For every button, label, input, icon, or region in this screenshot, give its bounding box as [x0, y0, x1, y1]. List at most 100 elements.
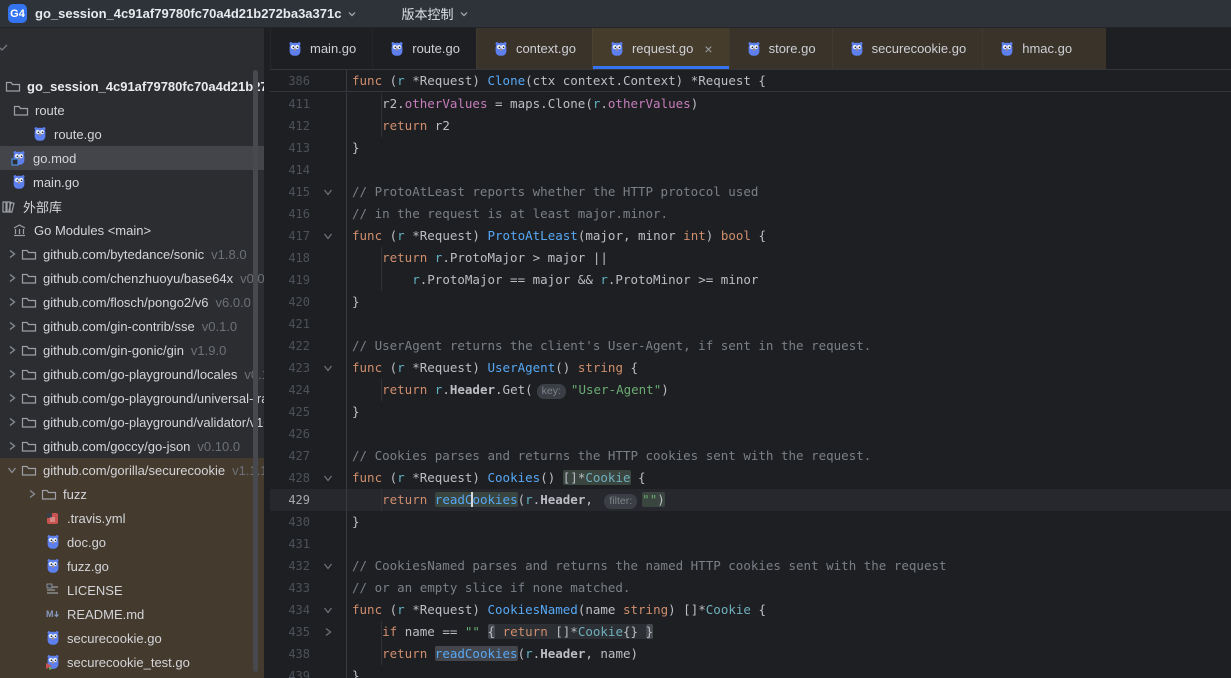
tree-item-route[interactable]: route [0, 98, 264, 122]
tree-item-github.com-chenzhuoyu-base64x[interactable]: github.com/chenzhuoyu/base64xv0.0.0-2022… [0, 266, 264, 290]
tree-item-main.go[interactable]: main.go [0, 170, 264, 194]
tree-item-github.com-go-playground-validator-v10[interactable]: github.com/go-playground/validator/v10v1… [0, 410, 264, 434]
code-line-416[interactable]: 416// in the request is at least major.m… [270, 203, 1231, 225]
line-number[interactable]: 426 [270, 423, 310, 445]
code-line-427[interactable]: 427// Cookies parses and returns the HTT… [270, 445, 1231, 467]
line-number[interactable]: 422 [270, 335, 310, 357]
chevron-collapsed-icon[interactable] [4, 342, 20, 358]
line-number[interactable]: 418 [270, 247, 310, 269]
code-line-428[interactable]: 428func (r *Request) Cookies() []*Cookie… [270, 467, 1231, 489]
line-number[interactable]: 413 [270, 137, 310, 159]
tree-item-doc.go[interactable]: doc.go [0, 530, 264, 554]
fold-expanded-icon[interactable] [310, 225, 346, 247]
code-line-412[interactable]: 412 return r2 [270, 115, 1231, 137]
line-number[interactable]: 420 [270, 291, 310, 313]
code-line-429[interactable]: 429 return readCookies(r.Header, filter:… [270, 489, 1231, 511]
line-number[interactable]: 438 [270, 643, 310, 665]
pane-corner-chevron[interactable] [0, 40, 10, 61]
chevron-expanded-icon[interactable] [4, 462, 20, 478]
line-number[interactable]: 433 [270, 577, 310, 599]
tree-item-route.go[interactable]: route.go [0, 122, 264, 146]
tree-item-go_session_4c91af79780fc70a4d21b272ba3a371c[interactable]: go_session_4c91af79780fc70a4d21b272ba3a3… [0, 74, 264, 98]
chevron-collapsed-icon[interactable] [4, 294, 20, 310]
code-line-423[interactable]: 423func (r *Request) UserAgent() string … [270, 357, 1231, 379]
code-line-419[interactable]: 419 r.ProtoMajor == major && r.ProtoMino… [270, 269, 1231, 291]
line-number[interactable]: 429 [270, 489, 310, 511]
code-line-386[interactable]: 386func (r *Request) Clone(ctx context.C… [270, 70, 1231, 92]
tree-item-github.com-go-playground-universal-translator[interactable]: github.com/go-playground/universal-trans… [0, 386, 264, 410]
code-line-413[interactable]: 413} [270, 137, 1231, 159]
line-number[interactable]: 417 [270, 225, 310, 247]
code-line-430[interactable]: 430} [270, 511, 1231, 533]
line-number[interactable]: 425 [270, 401, 310, 423]
code-area[interactable]: 411 r2.otherValues = maps.Clone(r.otherV… [270, 93, 1231, 678]
code-line-421[interactable]: 421 [270, 313, 1231, 335]
code-line-417[interactable]: 417func (r *Request) ProtoAtLeast(major,… [270, 225, 1231, 247]
line-number[interactable]: 412 [270, 115, 310, 137]
project-selector[interactable]: go_session_4c91af79780fc70a4d21b272ba3a3… [35, 6, 341, 21]
tree-item-github.com-gorilla-securecookie[interactable]: github.com/gorilla/securecookiev1.1.1 [0, 458, 264, 482]
code-line-431[interactable]: 431 [270, 533, 1231, 555]
line-number[interactable]: 427 [270, 445, 310, 467]
chevron-collapsed-icon[interactable] [4, 270, 20, 286]
code-line-433[interactable]: 433// or an empty slice if none matched. [270, 577, 1231, 599]
fold-collapsed-icon[interactable] [310, 621, 346, 643]
line-number[interactable]: 424 [270, 379, 310, 401]
tree-item-.travis.yml[interactable]: .travis.yml [0, 506, 264, 530]
close-icon[interactable]: × [704, 42, 712, 56]
code-line-425[interactable]: 425} [270, 401, 1231, 423]
code-line-438[interactable]: 438 return readCookies(r.Header, name) [270, 643, 1231, 665]
line-number[interactable]: 415 [270, 181, 310, 203]
code-line-432[interactable]: 432// CookiesNamed parses and returns th… [270, 555, 1231, 577]
tab-securecookie.go[interactable]: securecookie.go [832, 28, 983, 69]
line-number[interactable]: 423 [270, 357, 310, 379]
tree-item-LICENSE[interactable]: LICENSE [0, 578, 264, 602]
line-number[interactable]: 430 [270, 511, 310, 533]
tree-item-fuzz[interactable]: fuzz [0, 482, 264, 506]
fold-expanded-icon[interactable] [310, 181, 346, 203]
code-line-439[interactable]: 439} [270, 665, 1231, 678]
tree-item-github.com-bytedance-sonic[interactable]: github.com/bytedance/sonicv1.8.0 [0, 242, 264, 266]
line-number[interactable]: 411 [270, 93, 310, 115]
tree-item-Go-Modules-main-[interactable]: Go Modules <main> [0, 218, 264, 242]
tree-item-README.md[interactable]: MREADME.md [0, 602, 264, 626]
code-line-435[interactable]: 435 if name == "" { return []*Cookie{} } [270, 621, 1231, 643]
chevron-collapsed-icon[interactable] [4, 390, 20, 406]
sidebar-scrollbar[interactable] [253, 70, 258, 672]
tree-item-github.com-go-playground-locales[interactable]: github.com/go-playground/localesv0.14.1 [0, 362, 264, 386]
line-number[interactable]: 414 [270, 159, 310, 181]
code-line-415[interactable]: 415// ProtoAtLeast reports whether the H… [270, 181, 1231, 203]
chevron-collapsed-icon[interactable] [4, 318, 20, 334]
code-line-434[interactable]: 434func (r *Request) CookiesNamed(name s… [270, 599, 1231, 621]
chevron-collapsed-icon[interactable] [4, 438, 20, 454]
fold-expanded-icon[interactable] [310, 555, 346, 577]
code-line-424[interactable]: 424 return r.Header.Get(key:"User-Agent"… [270, 379, 1231, 401]
line-number[interactable]: 419 [270, 269, 310, 291]
tab-main.go[interactable]: main.go [270, 28, 372, 69]
tree-item-github.com-flosch-pongo2-v6[interactable]: github.com/flosch/pongo2/v6v6.0.0 [0, 290, 264, 314]
chevron-collapsed-icon[interactable] [4, 414, 20, 430]
line-number[interactable]: 439 [270, 665, 310, 678]
fold-expanded-icon[interactable] [310, 357, 346, 379]
code-line-420[interactable]: 420} [270, 291, 1231, 313]
code-line-422[interactable]: 422// UserAgent returns the client's Use… [270, 335, 1231, 357]
tree-item-github.com-gin-gonic-gin[interactable]: github.com/gin-gonic/ginv1.9.0 [0, 338, 264, 362]
fold-expanded-icon[interactable] [310, 467, 346, 489]
tree-item-securecookie.go[interactable]: securecookie.go [0, 626, 264, 650]
tab-hmac.go[interactable]: hmac.go [982, 28, 1088, 69]
line-number[interactable]: 386 [270, 70, 310, 92]
tree-item-github.com-goccy-go-json[interactable]: github.com/goccy/go-jsonv0.10.0 [0, 434, 264, 458]
line-number[interactable]: 428 [270, 467, 310, 489]
tree-item-github.com-gin-contrib-sse[interactable]: github.com/gin-contrib/ssev0.1.0 [0, 314, 264, 338]
line-number[interactable]: 421 [270, 313, 310, 335]
line-number[interactable]: 431 [270, 533, 310, 555]
chevron-collapsed-icon[interactable] [4, 246, 20, 262]
line-number[interactable]: 434 [270, 599, 310, 621]
tab-context.go[interactable]: context.go [476, 28, 592, 69]
code-line-418[interactable]: 418 return r.ProtoMajor > major || [270, 247, 1231, 269]
fold-expanded-icon[interactable] [310, 599, 346, 621]
vcs-menu[interactable]: 版本控制 [401, 4, 453, 23]
tree-item-fuzz.go[interactable]: fuzz.go [0, 554, 264, 578]
tab-route.go[interactable]: route.go [372, 28, 476, 69]
tree-item-securecookie_test.go[interactable]: securecookie_test.go [0, 650, 264, 674]
